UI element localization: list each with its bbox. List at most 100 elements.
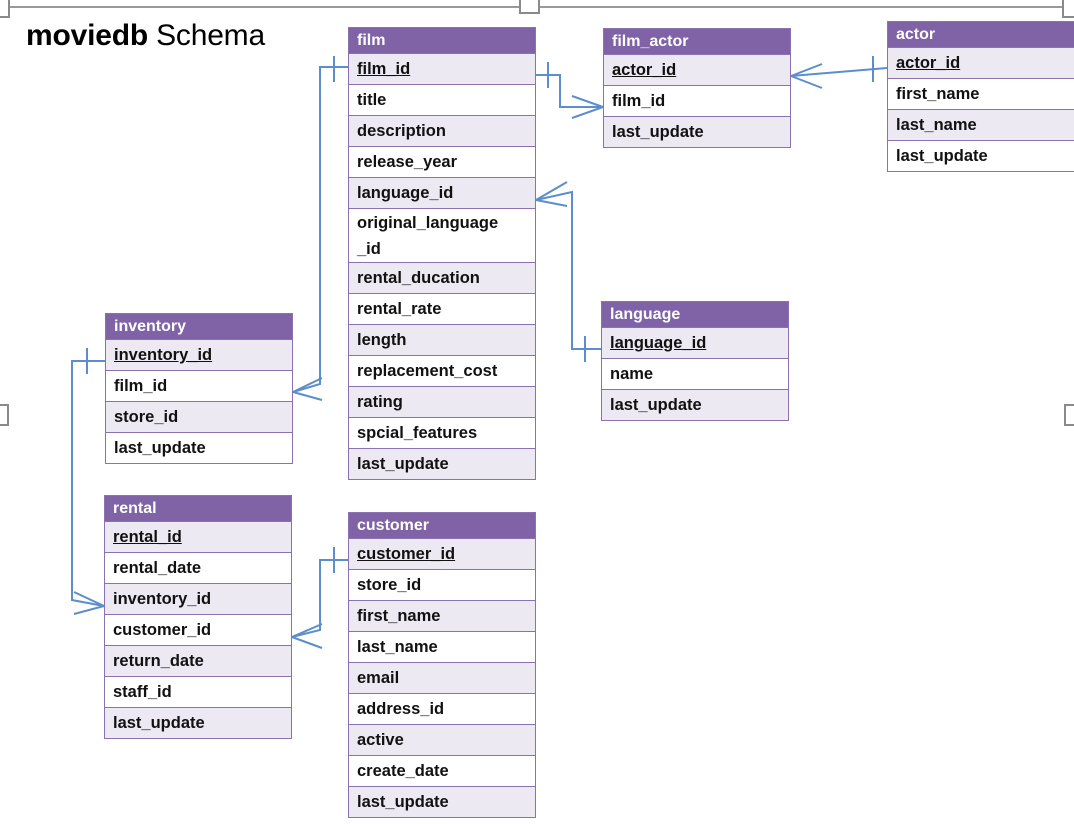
field-row-film-rental_rate[interactable]: rental_rate: [349, 293, 535, 324]
field-label-actor-actor_id: actor_id: [896, 54, 961, 72]
field-label-language-language_id: language_id: [610, 334, 707, 352]
field-row-customer-store_id[interactable]: store_id: [349, 569, 535, 600]
field-row-actor-last_name[interactable]: last_name: [888, 109, 1074, 140]
entity-table-language[interactable]: language language_idname last_update: [601, 301, 789, 421]
field-row-film_actor-film_id[interactable]: film_id: [604, 85, 790, 116]
field-label-film-replacement_cost: replacement_cost: [357, 362, 498, 380]
field-row-customer-create_date[interactable]: create_date: [349, 755, 535, 786]
field-row-film-film_id[interactable]: film_id: [349, 53, 535, 84]
field-row-customer-customer_id[interactable]: customer_id: [349, 538, 535, 569]
field-row-customer-active[interactable]: active: [349, 724, 535, 755]
entity-title-language: language: [602, 302, 788, 327]
connector-film-to-film_actor: [536, 62, 604, 119]
page-handle-top-center[interactable]: [519, 0, 540, 14]
page-title-rest: Schema: [147, 19, 265, 52]
field-row-film-release_year[interactable]: release_year: [349, 146, 535, 177]
field-label-customer-create_date: create_date: [357, 762, 449, 780]
field-label-rental-rental_date: rental_date: [113, 559, 202, 577]
field-label-actor-last_update: last_update: [896, 147, 988, 165]
field-row-customer-first_name[interactable]: first_name: [349, 600, 535, 631]
field-row-rental-staff_id[interactable]: staff_id: [105, 676, 291, 707]
page-corner-handle-top-right[interactable]: [1062, 0, 1074, 18]
field-label-rental-staff_id: staff_id: [113, 683, 172, 701]
field-row-inventory-last_update[interactable]: last_update: [106, 432, 292, 463]
page-title-bold: moviedb: [26, 19, 148, 52]
field-label-film-rental_rate: rental_rate: [357, 300, 442, 318]
field-row-film-rating[interactable]: rating: [349, 386, 535, 417]
entity-table-inventory[interactable]: inventory inventory_id film_id store_id last…: [105, 313, 293, 464]
field-label-film_actor-film_id: film_id: [612, 92, 666, 110]
field-row-inventory-inventory_id[interactable]: inventory_id: [106, 339, 292, 370]
field-row-rental-last_update[interactable]: last_update: [105, 707, 291, 738]
field-label-film-last_update: last_update: [357, 455, 449, 473]
schema-diagram-canvas: moviedb Schema film film_id title descri…: [0, 0, 1074, 824]
field-row-customer-last_update[interactable]: last_update: [349, 786, 535, 817]
field-label-film-original_language_id-line2: _id: [357, 240, 381, 258]
field-row-actor-first_name[interactable]: first_name: [888, 78, 1074, 109]
page-handle-left-middle[interactable]: [0, 404, 9, 426]
field-row-rental-rental_date[interactable]: rental_date: [105, 552, 291, 583]
field-row-customer-address_id[interactable]: address_id: [349, 693, 535, 724]
entity-title-actor: actor: [888, 22, 1074, 47]
connector-rental-to-customer: [291, 547, 348, 649]
entity-title-film: film: [349, 28, 535, 53]
field-label-inventory-store_id: store_id: [114, 408, 179, 426]
field-label-customer-address_id: address_id: [357, 700, 445, 718]
field-row-film-title[interactable]: title: [349, 84, 535, 115]
field-label-film-description: description: [357, 122, 446, 140]
field-label-film_actor-actor_id: actor_id: [612, 61, 677, 79]
field-row-film_actor-last_update[interactable]: last_update: [604, 116, 790, 147]
field-row-language-last_update[interactable]: last_update: [602, 389, 788, 420]
field-label-film-spcial_features: spcial_features: [357, 424, 478, 442]
field-row-inventory-film_id[interactable]: film_id: [106, 370, 292, 401]
field-row-actor-actor_id[interactable]: actor_id: [888, 47, 1074, 78]
field-row-customer-last_name[interactable]: last_name: [349, 631, 535, 662]
field-row-rental-rental_id[interactable]: rental_id: [105, 521, 291, 552]
entity-table-customer[interactable]: customer customer_id store_id first_name las…: [348, 512, 536, 818]
field-row-customer-email[interactable]: email: [349, 662, 535, 693]
entity-table-rental[interactable]: rental rental_id rental_date inventory_id cu…: [104, 495, 292, 739]
field-label-customer-active: active: [357, 731, 404, 749]
field-row-language-name[interactable]: name: [602, 358, 788, 389]
field-row-film-original_language_id[interactable]: original_language _id: [349, 208, 535, 262]
field-label-film-film_id: film_id: [357, 60, 411, 78]
field-label-inventory-film_id: film_id: [114, 377, 168, 395]
field-row-film_actor-actor_id[interactable]: actor_id: [604, 54, 790, 85]
field-label-actor-last_name: last_name: [896, 116, 977, 134]
field-label-inventory-last_update: last_update: [114, 439, 206, 457]
field-row-actor-last_update[interactable]: last_update: [888, 140, 1074, 171]
page-handle-right-middle[interactable]: [1064, 404, 1074, 426]
field-label-film-language_id: language_id: [357, 184, 454, 202]
field-label-rental-rental_id: rental_id: [113, 528, 182, 546]
field-row-language-language_id[interactable]: language_id: [602, 327, 788, 358]
field-row-film-length[interactable]: length: [349, 324, 535, 355]
connector-rental-to-inventory: [71, 348, 105, 615]
field-row-rental-return_date[interactable]: return_date: [105, 645, 291, 676]
field-label-rental-customer_id: customer_id: [113, 621, 212, 639]
entity-title-film_actor: film_actor: [604, 29, 790, 54]
field-label-film-length: length: [357, 331, 407, 349]
field-row-inventory-store_id[interactable]: store_id: [106, 401, 292, 432]
field-row-film-last_update[interactable]: last_update: [349, 448, 535, 479]
field-label-rental-inventory_id: inventory_id: [113, 590, 212, 608]
field-row-rental-inventory_id[interactable]: inventory_id: [105, 583, 291, 614]
field-row-film-rental_ducation[interactable]: rental_ducation: [349, 262, 535, 293]
field-row-rental-customer_id[interactable]: customer_id: [105, 614, 291, 645]
field-label-customer-customer_id: customer_id: [357, 545, 456, 563]
field-label-customer-first_name: first_name: [357, 607, 441, 625]
page-corner-handle-top-left[interactable]: [0, 0, 10, 18]
page-title: moviedb Schema: [26, 19, 265, 53]
field-row-film-replacement_cost[interactable]: replacement_cost: [349, 355, 535, 386]
field-label-film-release_year: release_year: [357, 153, 458, 171]
connector-film_actor-to-actor: [790, 56, 888, 89]
entity-table-film[interactable]: film film_idtitle description release_yearl…: [348, 27, 536, 480]
connector-inventory-to-film: [292, 56, 348, 401]
field-row-film-description[interactable]: description: [349, 115, 535, 146]
field-row-film-language_id[interactable]: language_id: [349, 177, 535, 208]
entity-table-actor[interactable]: actor actor_id first_name last_name last_upd…: [887, 21, 1074, 172]
entity-table-film_actor[interactable]: film_actor actor_id film_id last_update: [603, 28, 791, 148]
field-row-film-spcial_features[interactable]: spcial_features: [349, 417, 535, 448]
connector-film-to-language: [535, 181, 601, 362]
field-label-actor-first_name: first_name: [896, 85, 980, 103]
field-label-rental-last_update: last_update: [113, 714, 205, 732]
